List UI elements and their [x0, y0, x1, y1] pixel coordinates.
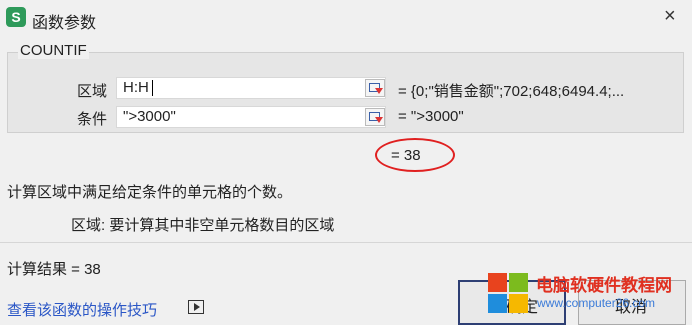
- criteria-input[interactable]: ">3000": [116, 106, 386, 128]
- range-input[interactable]: H:H: [116, 77, 386, 99]
- text-caret: [151, 80, 153, 97]
- watermark-url: www.computer26.com: [537, 296, 656, 310]
- function-description: 计算区域中满足给定条件的单元格的个数。: [7, 184, 293, 201]
- criteria-select-icon[interactable]: [365, 108, 385, 126]
- video-play-icon[interactable]: [188, 300, 204, 314]
- watermark-title: 电脑软硬件教程网: [536, 276, 672, 295]
- result-preview: = 38: [391, 147, 421, 164]
- window-title: 函数参数: [32, 15, 97, 32]
- divider: [0, 242, 692, 243]
- range-select-icon[interactable]: [365, 79, 385, 97]
- wps-spreadsheet-icon: S: [6, 7, 26, 27]
- param-label-criteria: 条件: [77, 111, 108, 128]
- param-help: 区域: 要计算其中非空单元格数目的区域: [71, 217, 335, 234]
- close-icon[interactable]: ×: [664, 6, 676, 26]
- range-evaluated: = {0;"销售金额";702;648;6494.4;...: [398, 83, 625, 100]
- calc-result: 计算结果 = 38: [7, 261, 101, 278]
- range-value: H:H: [123, 79, 149, 96]
- function-name: COUNTIF: [18, 42, 89, 59]
- param-label-range: 区域: [77, 83, 108, 100]
- title-bar: S 函数参数 ×: [0, 0, 692, 38]
- windows-logo-icon: [488, 273, 528, 313]
- criteria-value: ">3000": [123, 108, 176, 125]
- help-link[interactable]: 查看该函数的操作技巧: [7, 299, 157, 320]
- criteria-evaluated: = ">3000": [398, 108, 464, 125]
